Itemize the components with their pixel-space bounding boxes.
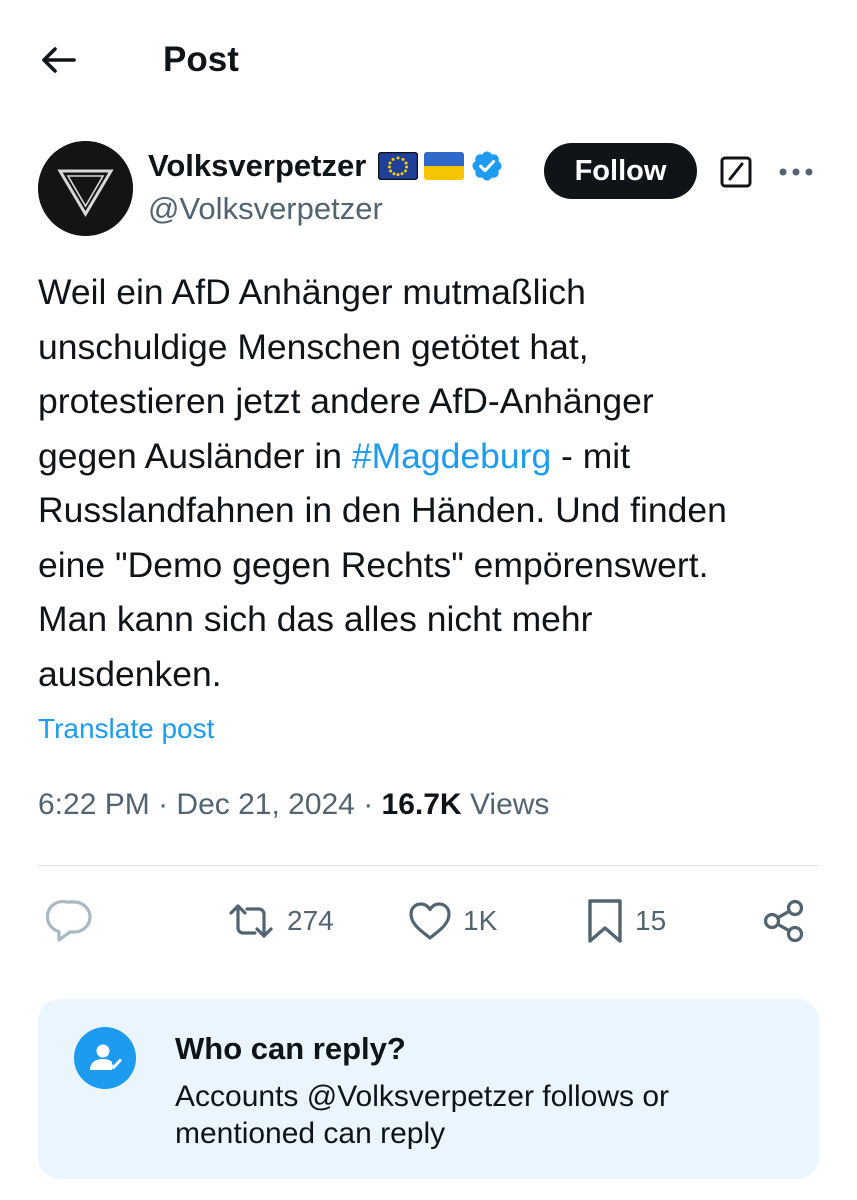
bookmark-button[interactable]: 15	[585, 893, 666, 949]
views-count: 16.7K	[381, 788, 462, 821]
heart-icon	[409, 902, 451, 940]
repost-count: 274	[287, 905, 334, 936]
divider	[38, 865, 819, 866]
verified-badge-icon	[472, 151, 502, 181]
bookmark-count: 15	[635, 905, 667, 936]
reply-bubble-icon	[46, 899, 92, 942]
repost-button[interactable]: 274	[225, 893, 334, 949]
share-icon	[763, 899, 804, 943]
avatar[interactable]	[38, 141, 133, 236]
repost-icon	[229, 904, 273, 938]
back-button[interactable]	[30, 36, 86, 84]
like-count: 1K	[463, 905, 498, 936]
arrow-left-icon	[42, 47, 76, 73]
who-can-reply-title: Who can reply?	[175, 1031, 406, 1066]
grok-button[interactable]	[714, 150, 758, 194]
post-time[interactable]: 6:22 PM	[38, 788, 150, 822]
post-date[interactable]: Dec 21, 2024	[176, 788, 354, 822]
share-button[interactable]	[760, 893, 808, 949]
bookmark-icon	[588, 899, 622, 943]
author-display-name[interactable]: Volksverpetzer	[148, 146, 366, 186]
post-meta: 6:22 PM · Dec 21, 2024 · 16.7K Views	[38, 783, 549, 827]
meta-separator: ·	[354, 788, 382, 821]
eu-flag-icon	[378, 152, 419, 180]
who-can-reply-description: Accounts @Volksverpetzer follows or ment…	[175, 1080, 669, 1150]
ukraine-flag-icon	[424, 152, 465, 180]
post-text: Weil ein AfD Anhänger mutmaßlich unschul…	[38, 265, 828, 701]
views-label: Views	[469, 788, 550, 821]
follow-button[interactable]: Follow	[544, 143, 697, 199]
grok-icon	[720, 156, 752, 188]
volksverpetzer-logo-icon	[38, 141, 133, 236]
more-options-button[interactable]	[772, 150, 820, 194]
user-check-icon	[90, 1044, 122, 1070]
reply-restriction-icon-circle	[74, 1027, 136, 1089]
translate-post-link[interactable]: Translate post	[38, 710, 214, 748]
page-title: Post	[163, 40, 239, 79]
like-button[interactable]: 1K	[407, 893, 497, 949]
reply-button[interactable]	[46, 893, 104, 949]
more-dots-icon	[779, 168, 813, 176]
author-handle[interactable]: @Volksverpetzer	[148, 189, 383, 229]
author-name-row[interactable]: Volksverpetzer	[148, 143, 504, 189]
hashtag-link[interactable]: #Magdeburg	[352, 436, 551, 476]
meta-separator: ·	[149, 788, 177, 821]
